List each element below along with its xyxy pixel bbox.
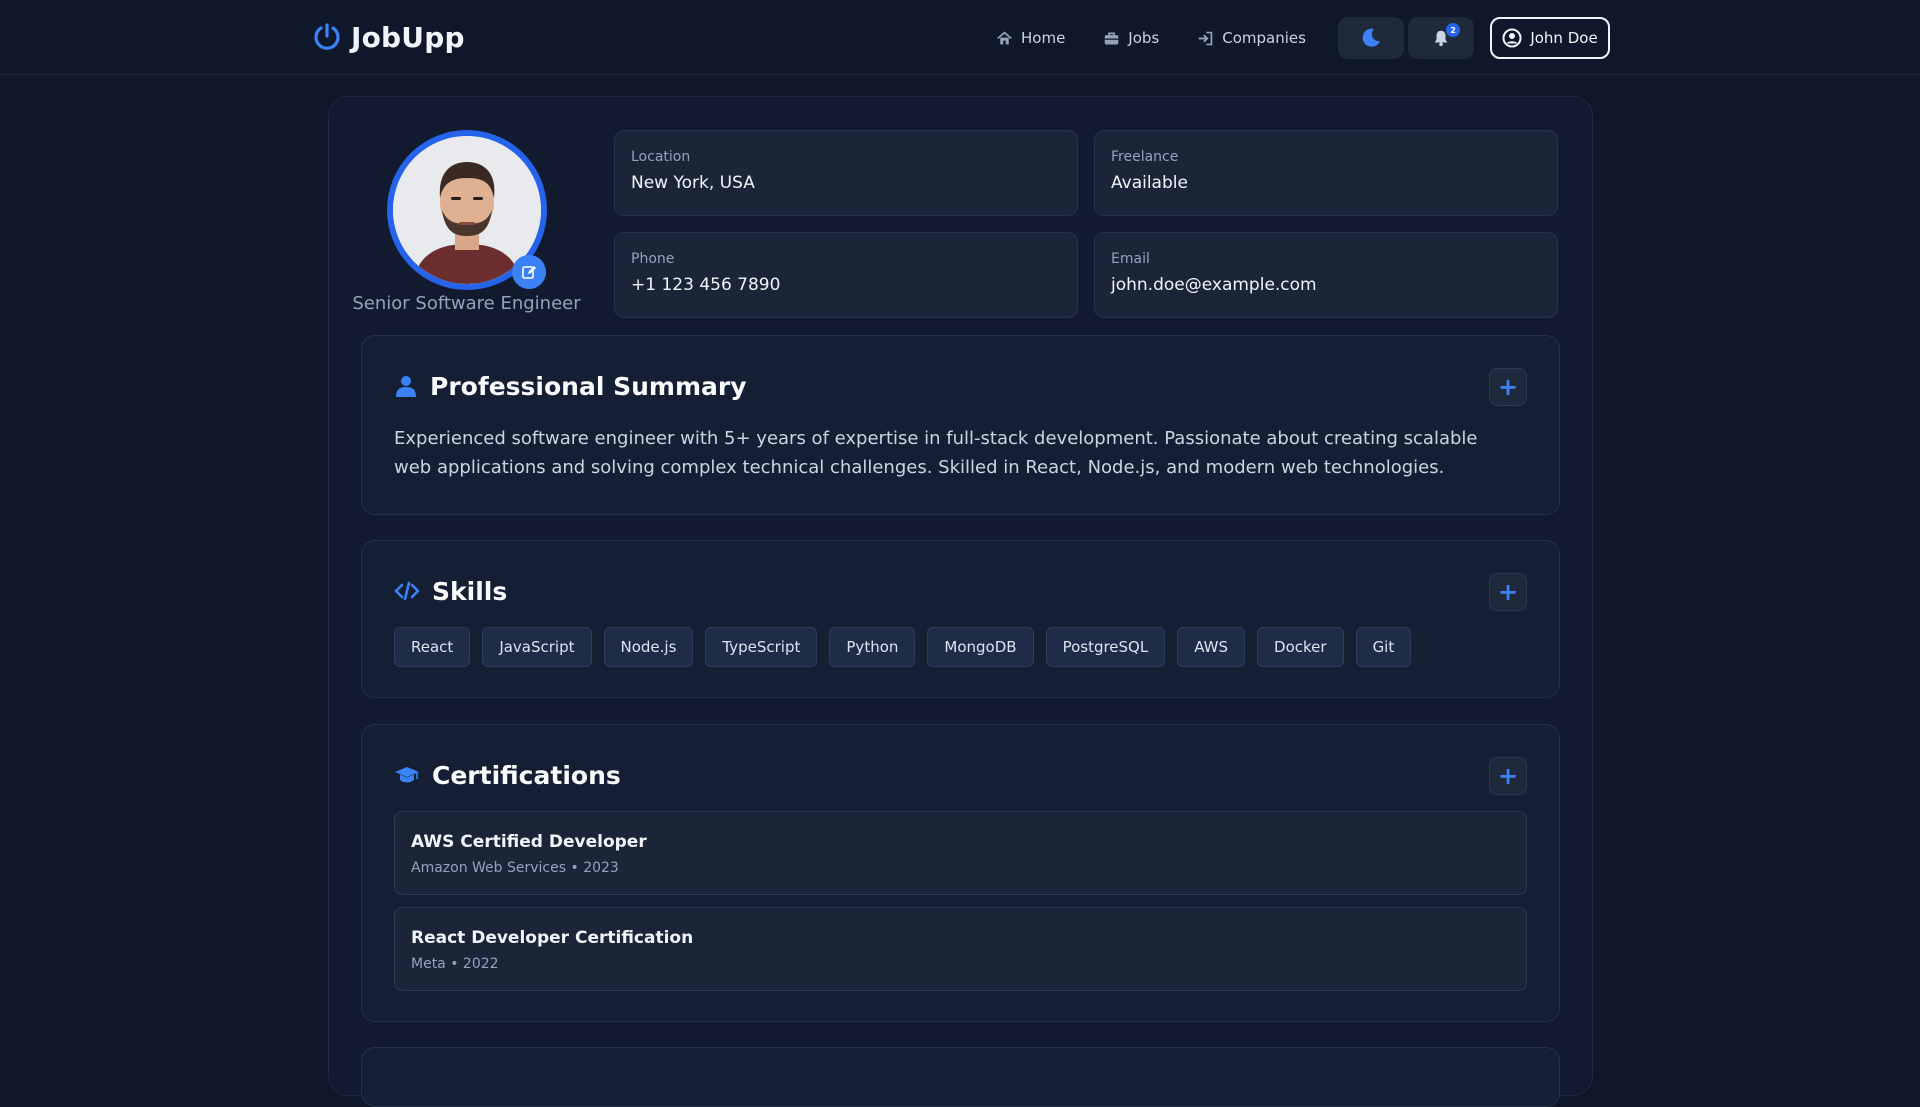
- brand[interactable]: JobUpp: [311, 18, 465, 56]
- freelance-field: Freelance Available: [1094, 130, 1558, 216]
- briefcase-icon: [1104, 32, 1119, 44]
- sign-in-icon: [1198, 31, 1213, 45]
- notifications-button[interactable]: 2: [1408, 17, 1474, 59]
- skill-chip[interactable]: React: [394, 627, 471, 667]
- certification-meta: Meta • 2022: [411, 956, 499, 972]
- freelance-label: Freelance: [1111, 149, 1179, 165]
- freelance-value: Available: [1111, 173, 1188, 193]
- user-icon: [396, 376, 416, 397]
- skills-section: Skills + React JavaScript Node.js TypeSc…: [361, 540, 1560, 698]
- nav-companies-label: Companies: [1222, 29, 1306, 47]
- power-icon: [314, 23, 340, 50]
- skill-chip[interactable]: Node.js: [603, 627, 694, 667]
- skill-chip[interactable]: PostgreSQL: [1045, 627, 1166, 667]
- edit-icon: [522, 266, 536, 279]
- skill-chip[interactable]: Git: [1355, 627, 1412, 667]
- certifications-section: Certifications + AWS Certified Developer…: [361, 724, 1560, 1022]
- skills-list: React JavaScript Node.js TypeScript Pyth…: [394, 627, 1412, 667]
- theme-toggle-button[interactable]: [1338, 17, 1404, 59]
- location-field: Location New York, USA: [614, 130, 1078, 216]
- home-icon: [997, 31, 1012, 44]
- skill-chip[interactable]: TypeScript: [705, 627, 818, 667]
- nav-companies[interactable]: Companies: [1197, 29, 1306, 47]
- user-menu-button[interactable]: John Doe: [1490, 17, 1610, 59]
- certifications-header: Certifications: [394, 755, 621, 795]
- skill-chip[interactable]: Python: [829, 627, 916, 667]
- nav-links: Home Jobs Companies: [996, 24, 1306, 52]
- nav-home[interactable]: Home: [996, 29, 1065, 47]
- skills-title: Skills: [432, 576, 508, 606]
- summary-header: Professional Summary: [394, 366, 747, 406]
- certification-item[interactable]: AWS Certified Developer Amazon Web Servi…: [394, 811, 1527, 895]
- user-circle-icon: [1502, 28, 1522, 48]
- add-skill-button[interactable]: +: [1489, 573, 1527, 611]
- graduation-cap-icon: [395, 767, 419, 783]
- brand-name: JobUpp: [351, 20, 465, 54]
- location-value: New York, USA: [631, 173, 755, 193]
- skills-header: Skills: [394, 571, 507, 611]
- moon-icon: [1362, 28, 1380, 47]
- skill-chip[interactable]: Docker: [1257, 627, 1344, 667]
- nav-jobs-label: Jobs: [1128, 29, 1160, 47]
- phone-field: Phone +1 123 456 7890: [614, 232, 1078, 318]
- email-field: Email john.doe@example.com: [1094, 232, 1558, 318]
- skill-chip[interactable]: MongoDB: [927, 627, 1034, 667]
- nav-jobs[interactable]: Jobs: [1103, 29, 1159, 47]
- profile-job-title: Senior Software Engineer: [352, 293, 581, 314]
- skill-chip[interactable]: AWS: [1177, 627, 1246, 667]
- edit-avatar-button[interactable]: [512, 255, 546, 289]
- nav-home-label: Home: [1021, 29, 1066, 47]
- location-label: Location: [631, 149, 691, 165]
- next-section: [361, 1047, 1560, 1107]
- notification-badge: 2: [1446, 23, 1460, 37]
- email-value: john.doe@example.com: [1111, 275, 1317, 295]
- certification-meta: Amazon Web Services • 2023: [411, 860, 619, 876]
- summary-section: Professional Summary + Experienced softw…: [361, 335, 1560, 515]
- certification-item[interactable]: React Developer Certification Meta • 202…: [394, 907, 1527, 991]
- certification-name: AWS Certified Developer: [411, 832, 647, 852]
- certification-name: React Developer Certification: [411, 928, 694, 948]
- phone-value: +1 123 456 7890: [631, 275, 781, 295]
- summary-title: Professional Summary: [430, 371, 747, 401]
- code-icon: [394, 581, 420, 601]
- skill-chip[interactable]: JavaScript: [482, 627, 592, 667]
- phone-label: Phone: [631, 251, 675, 267]
- summary-text: Experienced software engineer with 5+ ye…: [394, 428, 1478, 478]
- certifications-title: Certifications: [432, 760, 621, 790]
- navbar: JobUpp Home Jobs Companies 2 John Doe: [0, 0, 1920, 75]
- add-summary-button[interactable]: +: [1489, 368, 1527, 406]
- user-name: John Doe: [1530, 29, 1598, 47]
- add-certification-button[interactable]: +: [1489, 757, 1527, 795]
- email-label: Email: [1111, 251, 1150, 267]
